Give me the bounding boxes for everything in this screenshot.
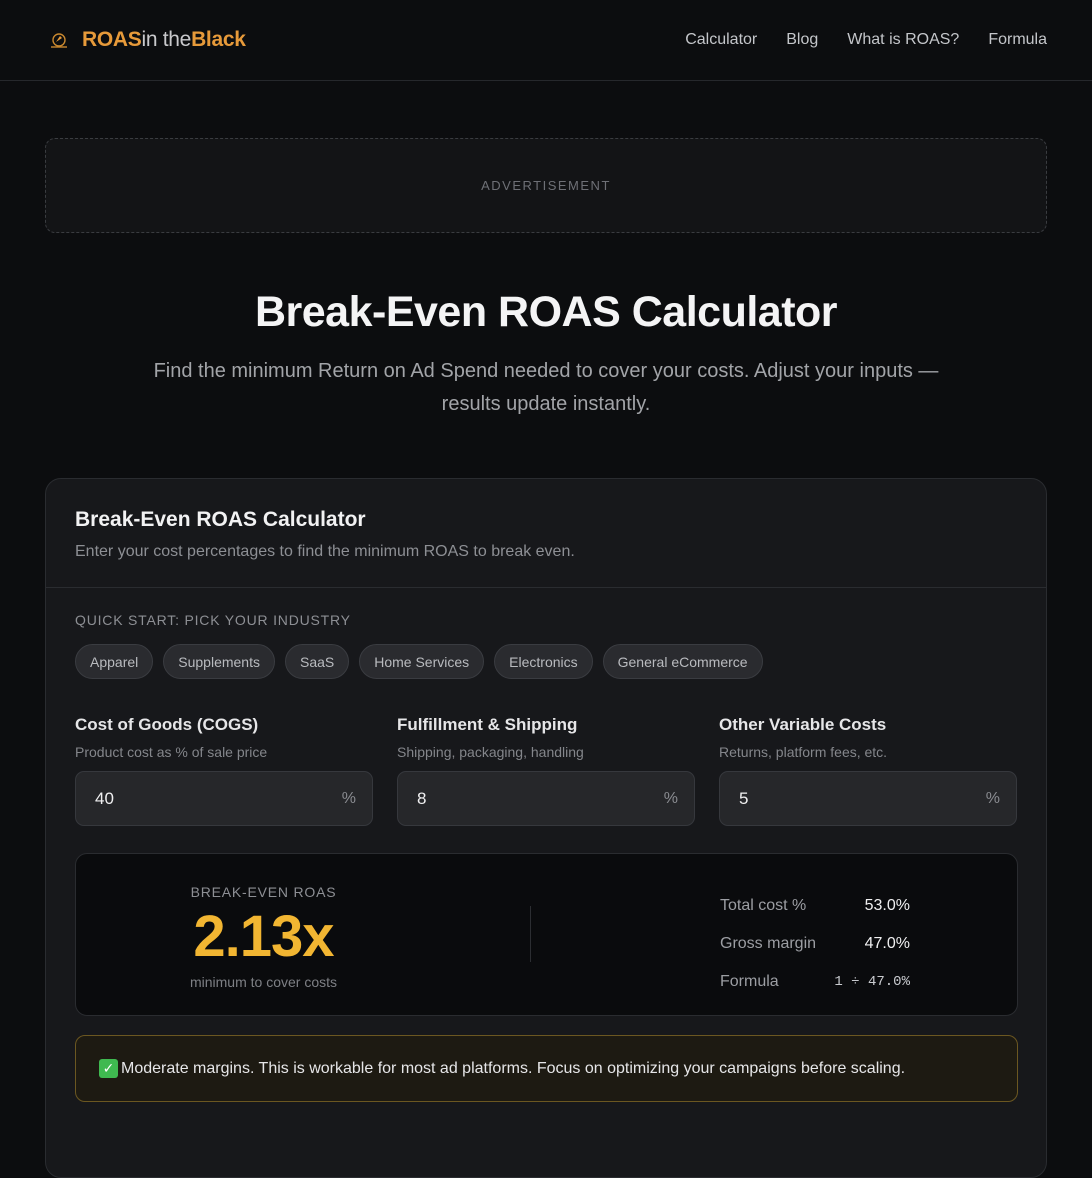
percent-unit: % [985,789,1000,807]
percent-unit: % [663,789,678,807]
margin-notice: ✓ Moderate margins. This is workable for… [75,1035,1018,1102]
chip-home-services[interactable]: Home Services [359,644,485,679]
cogs-input-wrap: % [75,771,373,826]
advertisement-label: ADVERTISEMENT [481,178,611,193]
chip-general-ecommerce[interactable]: General eCommerce [602,644,763,679]
brand-in-the: in the [141,28,192,51]
other-costs-input-wrap: % [719,771,1017,826]
chip-apparel[interactable]: Apparel [75,644,154,679]
brand-name: ROASin theBlack [82,28,246,52]
nav-calculator[interactable]: Calculator [685,31,757,49]
brand-roas: ROAS [82,28,142,51]
industry-chips: Apparel Supplements SaaS Home Services E… [75,644,763,679]
break-even-result: BREAK-EVEN ROAS 2.13x minimum to cover c… [186,884,341,990]
field-cogs: Cost of Goods (COGS) Product cost as % o… [75,715,373,826]
field-help: Product cost as % of sale price [75,744,268,760]
stat-value: 47.0% [864,935,910,952]
quick-start-label: QUICK START: PICK YOUR INDUSTRY [75,612,351,628]
field-label: Cost of Goods (COGS) [75,715,259,734]
stat-key: Gross margin [720,935,817,952]
result-panel: BREAK-EVEN ROAS 2.13x minimum to cover c… [75,853,1018,1016]
page-subtitle: Find the minimum Return on Ad Spend need… [153,360,939,415]
field-help: Shipping, packaging, handling [397,744,584,760]
card-description: Enter your cost percentages to find the … [75,543,575,560]
result-divider [530,906,531,962]
fulfillment-input[interactable] [417,788,617,809]
card-title: Break-Even ROAS Calculator [75,508,366,531]
chip-saas[interactable]: SaaS [284,644,350,679]
percent-unit: % [341,789,356,807]
result-note: minimum to cover costs [189,974,338,990]
field-fulfillment: Fulfillment & Shipping Shipping, packagi… [397,715,695,826]
nav-what-is-roas[interactable]: What is ROAS? [847,31,959,49]
cogs-input[interactable] [95,788,295,809]
stat-value: 1 ÷ 47.0% [834,974,910,990]
cost-fields: Cost of Goods (COGS) Product cost as % o… [75,715,1017,826]
stat-formula: Formula 1 ÷ 47.0% [720,963,910,1001]
field-label: Fulfillment & Shipping [397,715,578,734]
check-icon: ✓ [99,1059,118,1078]
page-title: Break-Even ROAS Calculator [254,288,838,336]
main-nav: Calculator Blog What is ROAS? Formula [685,31,1047,49]
notice-text: Moderate margins. This is workable for m… [121,1059,906,1077]
field-other-costs: Other Variable Costs Returns, platform f… [719,715,1017,826]
result-stats: Total cost % 53.0% Gross margin 47.0% Fo… [720,887,910,1001]
brand-logo[interactable]: ROASin theBlack [48,28,246,52]
stat-key: Formula [720,973,779,990]
stat-gross-margin: Gross margin 47.0% [720,925,910,963]
brand-black: Black [191,28,246,51]
result-label: BREAK-EVEN ROAS [190,884,337,900]
stat-value: 53.0% [864,897,910,914]
advertisement-slot: ADVERTISEMENT [45,138,1047,233]
other-costs-input[interactable] [739,788,939,809]
rocket-logo-icon [48,29,70,51]
nav-blog[interactable]: Blog [786,31,818,49]
field-label: Other Variable Costs [719,715,887,734]
card-header: Break-Even ROAS Calculator Enter your co… [46,479,1046,588]
field-help: Returns, platform fees, etc. [719,744,888,760]
stat-key: Total cost % [720,897,807,914]
stat-total-cost: Total cost % 53.0% [720,887,910,925]
calculator-card: Break-Even ROAS Calculator Enter your co… [45,478,1047,1178]
nav-formula[interactable]: Formula [988,31,1047,49]
chip-electronics[interactable]: Electronics [494,644,593,679]
result-value: 2.13x [193,904,334,969]
chip-supplements[interactable]: Supplements [163,644,275,679]
site-header: ROASin theBlack Calculator Blog What is … [0,0,1092,81]
fulfillment-input-wrap: % [397,771,695,826]
